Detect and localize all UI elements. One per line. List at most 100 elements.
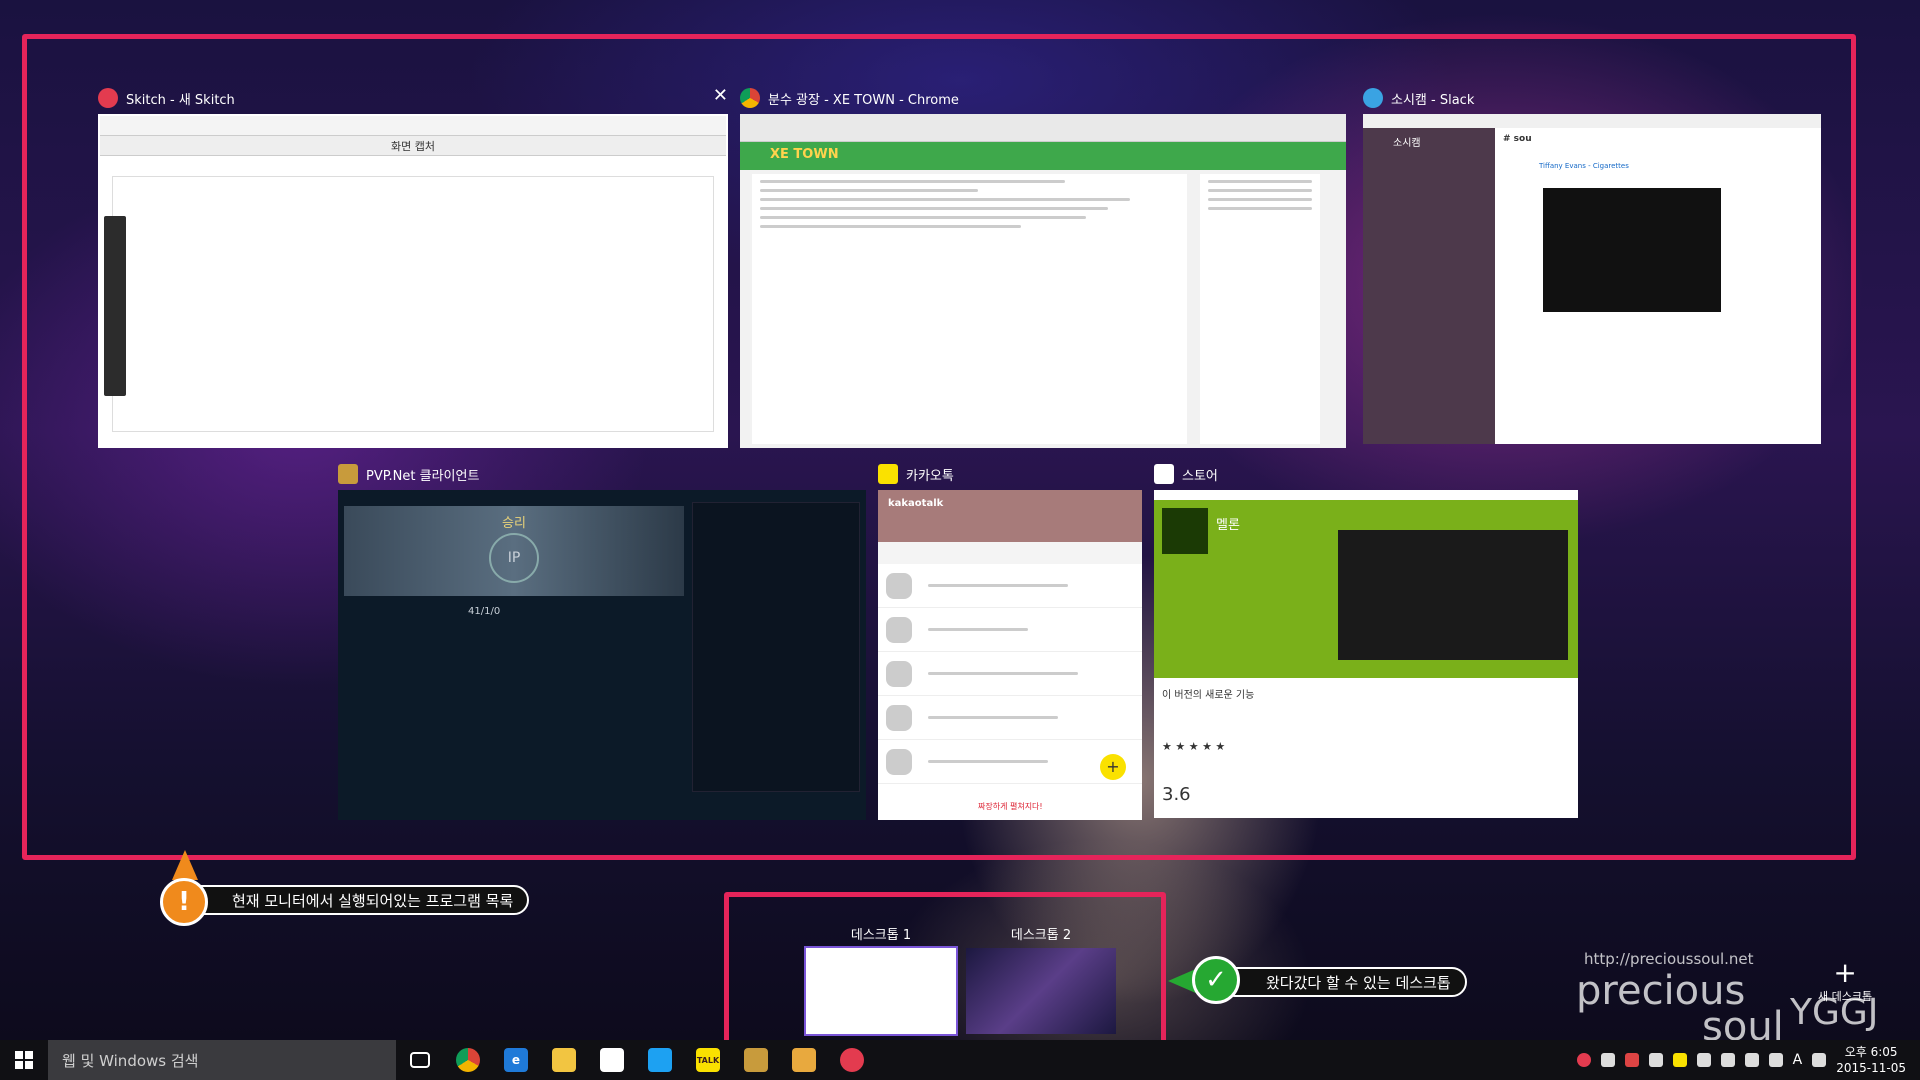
video-embed [1543,188,1721,312]
window-chrome[interactable]: 분수 광장 - XE TOWN - Chrome XE TOWN [740,86,1346,448]
kakao-header: kakaotalk [878,490,1142,542]
clock-time: 오후 6:05 [1844,1045,1898,1059]
taskbar: 웹 및 Windows 검색 e TALK A 오후 6:05 2015-11-… [0,1040,1920,1080]
desktop-thumbnail[interactable] [966,948,1116,1034]
start-button[interactable] [0,1040,48,1080]
watermark-url: http://precioussoul.net [1584,950,1754,968]
kakao-banner: 짜장하게 펼쳐지다! [978,802,1043,811]
window-title-text: 스토어 [1182,468,1218,484]
notification-icon[interactable] [1768,1053,1783,1067]
window-title: Skitch - 새 Skitch [98,86,235,110]
add-chat-button[interactable]: + [1100,754,1126,780]
list-item[interactable] [878,652,1142,696]
lol-icon [744,1048,768,1072]
kakaotalk-icon [878,464,898,484]
taskbar-twitter[interactable] [636,1040,684,1080]
skitch-tray-icon[interactable] [1576,1053,1591,1067]
desktop-1[interactable]: 데스크톱 1 [804,924,958,1036]
window-title: 분수 광장 - XE TOWN - Chrome [740,86,959,110]
task-view-button[interactable] [396,1040,444,1080]
system-tray: A 오후 6:05 2015-11-05 [1576,1040,1920,1080]
skitch-tool-palette [104,216,126,396]
kakaotalk-tray-icon[interactable] [1672,1053,1687,1067]
window-thumbnail[interactable]: 멜론 이 버전의 새로운 기능 ★ ★ ★ ★ ★ 3.6 [1154,490,1578,818]
close-icon[interactable]: ✕ [713,86,728,106]
slack-channel-name: # sou [1503,134,1532,144]
watermark-sub: YGGJ [1790,992,1879,1033]
rating-value: 3.6 [1162,784,1191,805]
network-tray-icon[interactable] [1648,1053,1663,1067]
slack-team-name: 소시캠 [1393,138,1421,149]
programs-callout-text: 현재 모니터에서 실행되어있는 프로그램 목록 [232,891,514,910]
window-title-text: 카카오톡 [906,468,954,484]
window-thumbnail[interactable]: XE TOWN [740,114,1346,448]
window-title: 스토어 [1154,462,1218,486]
chrome-icon [456,1048,480,1072]
browser-toolbar [740,114,1346,142]
window-thumbnail[interactable]: 소시캠 # sou Tiffany Evans - Cigarettes [1363,114,1821,444]
keyboard-icon[interactable] [1812,1053,1827,1067]
window-title: 소시캠 - Slack [1363,86,1474,110]
taskbar-store[interactable] [588,1040,636,1080]
window-title-text: Skitch - 새 Skitch [126,92,235,108]
rating-stars: ★ ★ ★ ★ ★ [1162,740,1226,753]
slack-sidebar: 소시캠 [1363,128,1495,444]
cloud-tray-icon[interactable] [1600,1053,1615,1067]
window-store[interactable]: 스토어 멜론 이 버전의 새로운 기능 ★ ★ ★ ★ ★ 3.6 [1154,462,1578,820]
page-body [740,170,1346,448]
taskbar-skitch[interactable] [828,1040,876,1080]
desktop-2[interactable]: 데스크톱 2 [966,924,1116,1034]
programs-callout: 현재 모니터에서 실행되어있는 프로그램 목록 [186,885,530,915]
taskbar-explorer[interactable] [540,1040,588,1080]
volume-icon[interactable] [1744,1053,1759,1067]
clock[interactable]: 오후 6:05 2015-11-05 [1836,1044,1906,1076]
app-hero: 멜론 [1154,500,1578,678]
window-title: PVP.Net 클라이언트 [338,462,479,486]
match-banner: 승리 IP [344,506,684,596]
plus-icon: + [1833,956,1857,989]
ip-badge: IP [489,533,539,583]
wifi-icon[interactable] [1720,1053,1735,1067]
window-title-text: 분수 광장 - XE TOWN - Chrome [768,92,959,108]
taskbar-kakaotalk[interactable]: TALK [684,1040,732,1080]
window-thumbnail[interactable]: 화면 캡처 [98,114,728,448]
search-input[interactable]: 웹 및 Windows 검색 [48,1040,396,1080]
window-kakaotalk[interactable]: 카카오톡 kakaotalk 짜장하게 펼쳐지다! + [878,462,1142,820]
taskbar-edge[interactable]: e [492,1040,540,1080]
window-pvp-net[interactable]: PVP.Net 클라이언트 승리 IP 41/1/0 [338,462,866,820]
app-name: 멜론 [1216,518,1240,533]
post-content [752,174,1187,444]
app-tray-icon[interactable] [1624,1053,1639,1067]
list-item[interactable] [878,696,1142,740]
screenshot-carousel[interactable] [1338,530,1568,660]
taskbar-slack[interactable] [780,1040,828,1080]
taskbar-lol[interactable] [732,1040,780,1080]
list-item[interactable] [878,564,1142,608]
chrome-icon [740,88,760,108]
windows-icon [15,1051,33,1069]
ime-indicator[interactable]: A [1793,1052,1803,1068]
window-title-text: PVP.Net 클라이언트 [366,468,480,484]
desktops-callout: 왔다갔다 할 수 있는 데스크톱 [1220,967,1467,997]
skitch-icon [98,88,118,108]
window-skitch[interactable]: Skitch - 새 Skitch ✕ 화면 캡처 [98,86,728,448]
window-thumbnail[interactable]: 승리 IP 41/1/0 [338,490,866,820]
match-result: 승리 [502,516,526,531]
desktop-label: 데스크톱 2 [1010,928,1072,943]
window-slack[interactable]: 소시캠 - Slack 소시캠 # sou Tiffany Evans - Ci… [1363,86,1821,448]
window-thumbnail[interactable]: kakaotalk 짜장하게 펼쳐지다! + [878,490,1142,820]
desktop-thumbnail[interactable] [804,946,958,1036]
xe-logo: XE TOWN [770,147,839,162]
store-icon [600,1048,624,1072]
lol-icon [338,464,358,484]
settings-tray-icon[interactable] [1696,1053,1711,1067]
warning-pointer [172,850,198,880]
slack-video-title: Tiffany Evans - Cigarettes [1539,162,1629,170]
taskbar-chrome[interactable] [444,1040,492,1080]
list-item[interactable] [878,608,1142,652]
edge-icon: e [504,1048,528,1072]
search-input[interactable] [878,542,1142,564]
window-title: 카카오톡 [878,462,954,486]
task-view-icon [410,1052,430,1068]
clock-date: 2015-11-05 [1836,1061,1906,1075]
